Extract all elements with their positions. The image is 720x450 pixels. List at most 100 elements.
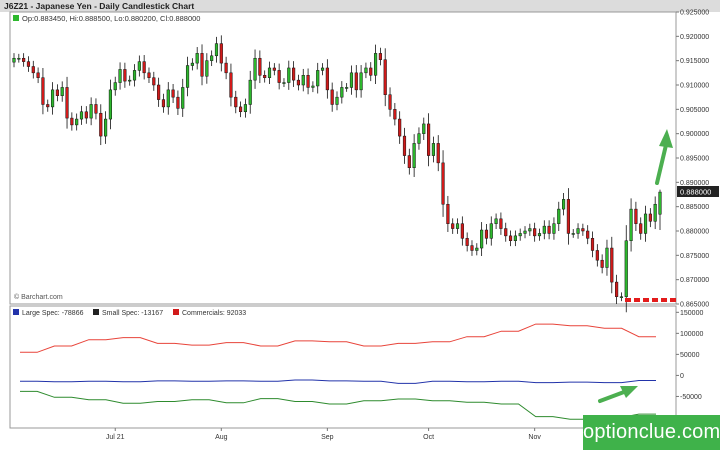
candle-body bbox=[595, 250, 599, 261]
candle-body bbox=[499, 218, 503, 229]
candle-body bbox=[79, 111, 84, 120]
candle-body bbox=[427, 123, 431, 156]
candle-body bbox=[272, 67, 276, 71]
price-plot-frame bbox=[9, 11, 677, 305]
candle-body bbox=[243, 104, 247, 113]
candle-body bbox=[152, 77, 156, 86]
candle-body bbox=[398, 118, 402, 137]
candle-body bbox=[523, 230, 527, 234]
ohlc-marker bbox=[13, 15, 19, 21]
candle-body bbox=[634, 208, 638, 224]
candle-body bbox=[422, 123, 426, 134]
price-y-tick-label: 0.900000 bbox=[680, 131, 709, 138]
candle-body bbox=[320, 67, 325, 71]
candle-body bbox=[508, 235, 513, 241]
legend-swatch bbox=[13, 309, 19, 315]
candle-body bbox=[84, 111, 88, 119]
candle-body bbox=[528, 228, 532, 232]
price-y-tick-label: 0.925000 bbox=[680, 10, 709, 17]
candle-body bbox=[600, 259, 604, 268]
x-tick-label: Sep bbox=[321, 434, 334, 441]
candle-body bbox=[142, 61, 146, 74]
candle-body bbox=[234, 96, 238, 108]
candle-body bbox=[393, 109, 397, 120]
candle-body bbox=[513, 235, 517, 241]
candle-body bbox=[658, 191, 662, 215]
candle-body bbox=[537, 233, 542, 237]
candle-body bbox=[518, 233, 522, 237]
candle-body bbox=[460, 223, 464, 239]
candle-body bbox=[417, 133, 421, 144]
candle-body bbox=[113, 82, 117, 91]
candle-body bbox=[292, 67, 296, 81]
price-y-tick-label: 0.920000 bbox=[680, 34, 709, 41]
candle-body bbox=[89, 104, 93, 119]
candle-body bbox=[75, 118, 79, 126]
candle-body bbox=[470, 245, 474, 251]
candle-body bbox=[104, 118, 108, 137]
candle-body bbox=[388, 94, 392, 110]
x-tick-label: Jul 21 bbox=[106, 434, 125, 441]
candle-body bbox=[533, 228, 537, 237]
candle-body bbox=[195, 53, 199, 64]
candle-body bbox=[41, 77, 45, 105]
candle-body bbox=[248, 79, 252, 105]
price-y-axis: 0.865000 0.870000 0.875000 0.880000 0.885000… bbox=[676, 10, 709, 309]
candle-body bbox=[412, 143, 416, 168]
candle-body bbox=[267, 67, 272, 78]
candle-body bbox=[123, 69, 127, 82]
candle-body bbox=[340, 87, 344, 98]
candle-body bbox=[301, 75, 305, 86]
cot-y-tick-label: 100000 bbox=[680, 331, 703, 338]
cot-y-axis: -100000-50000050000100000150000 bbox=[676, 310, 706, 422]
candle-body bbox=[615, 281, 619, 297]
candle-body bbox=[311, 85, 315, 88]
candle-body bbox=[643, 213, 648, 234]
cot-plot-frame bbox=[9, 305, 677, 429]
candle-body bbox=[571, 233, 575, 235]
candle-body bbox=[185, 65, 190, 88]
cot-y-tick-label: 0 bbox=[680, 373, 684, 380]
candle-body bbox=[330, 89, 334, 105]
candle-body bbox=[325, 67, 329, 91]
candle-body bbox=[205, 60, 209, 77]
cot-y-tick-label: -50000 bbox=[680, 394, 702, 401]
candle-body bbox=[345, 87, 349, 89]
legend-label: Commercials: 92033 bbox=[182, 310, 246, 317]
candle-body bbox=[436, 143, 440, 164]
price-y-tick-label: 0.905000 bbox=[680, 107, 709, 114]
candle-body bbox=[60, 87, 64, 96]
candle-body bbox=[455, 223, 460, 229]
legend-label: Large Spec: -78866 bbox=[22, 310, 84, 317]
candle-body bbox=[296, 79, 301, 86]
candle-body bbox=[451, 223, 455, 229]
candle-body bbox=[224, 62, 228, 74]
candle-body bbox=[316, 70, 320, 87]
candle-body bbox=[610, 247, 614, 283]
candle-body bbox=[542, 225, 546, 234]
candle-body bbox=[431, 143, 435, 156]
candle-body bbox=[176, 96, 180, 109]
price-y-tick-label: 0.875000 bbox=[680, 253, 709, 260]
candle-body bbox=[70, 117, 74, 126]
candle-body bbox=[605, 247, 609, 268]
candle-body bbox=[31, 66, 35, 74]
price-y-tick-label: 0.895000 bbox=[680, 156, 709, 163]
candle-body bbox=[214, 43, 219, 57]
candle-body bbox=[373, 53, 378, 76]
candle-body bbox=[484, 229, 489, 239]
candle-body bbox=[210, 55, 214, 61]
candle-body bbox=[378, 53, 382, 60]
candle-body bbox=[12, 57, 16, 63]
candle-body bbox=[277, 70, 281, 83]
candle-body bbox=[132, 70, 137, 81]
candle-body bbox=[547, 225, 551, 234]
candle-body bbox=[166, 89, 170, 108]
candle-body bbox=[383, 59, 387, 95]
candle-body bbox=[441, 162, 445, 205]
cot-y-tick-label: 150000 bbox=[680, 310, 703, 317]
candle-body bbox=[349, 72, 354, 88]
candle-body bbox=[147, 72, 151, 78]
price-y-tick-label: 0.885000 bbox=[680, 204, 709, 211]
legend-swatch bbox=[173, 309, 179, 315]
